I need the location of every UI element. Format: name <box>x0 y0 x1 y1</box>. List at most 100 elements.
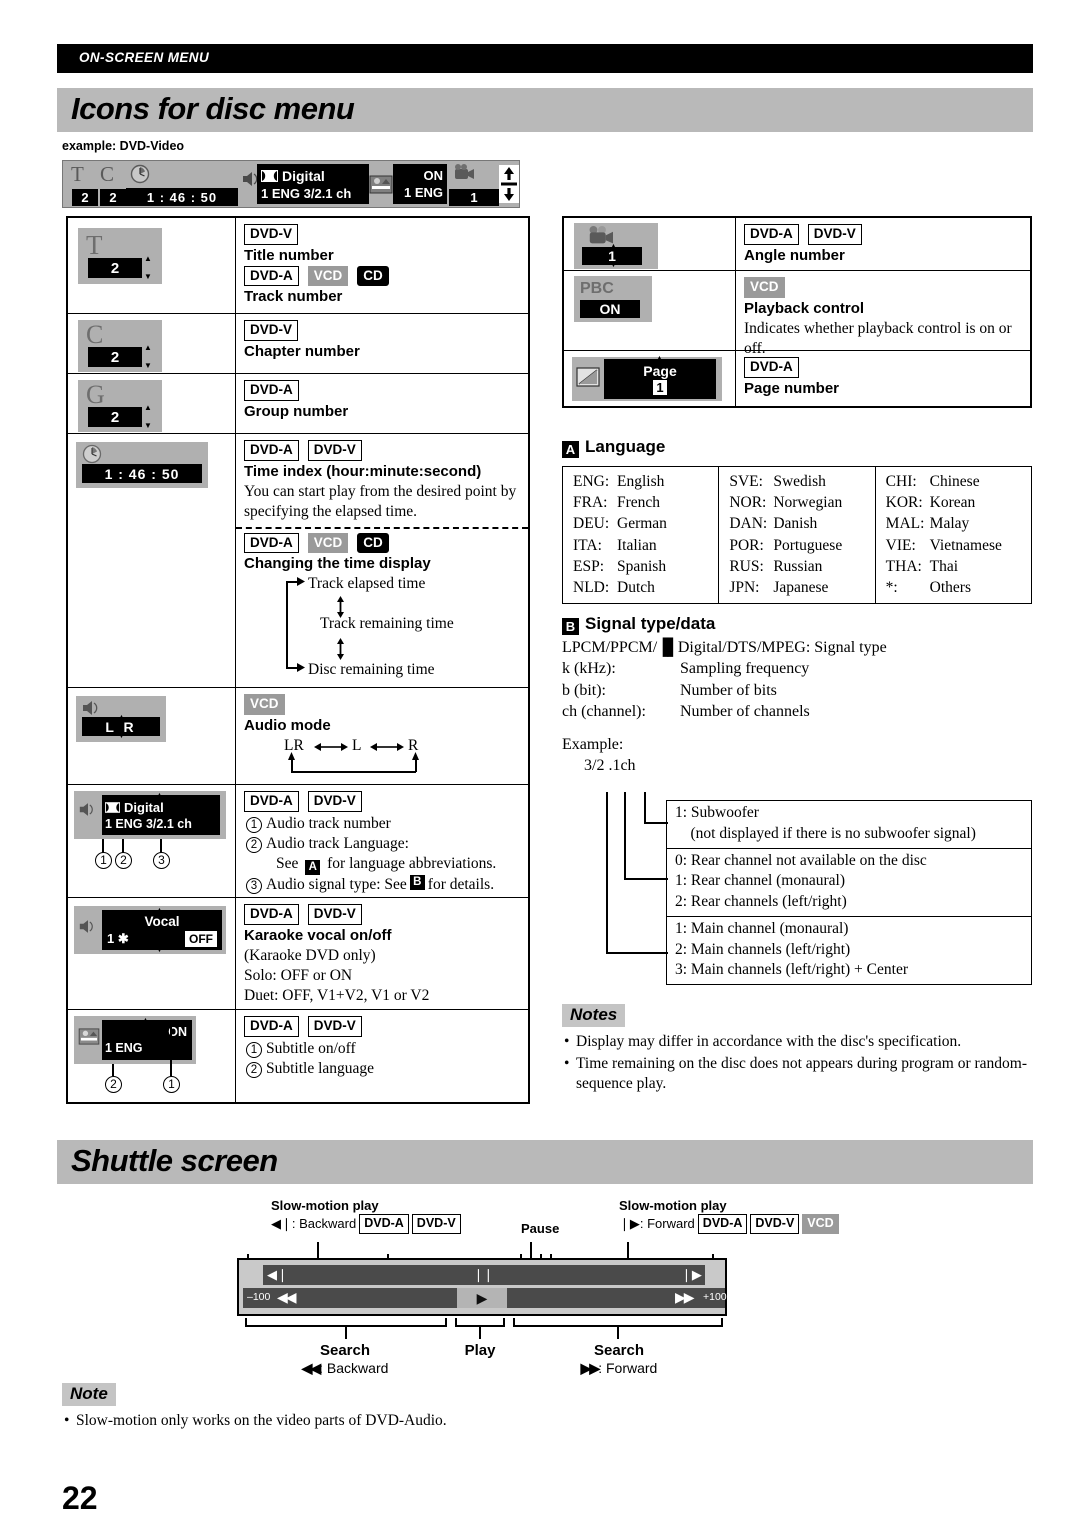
channel-group: 1: Main channel (monaural) 2: Main chann… <box>667 917 1031 984</box>
table-row: 1 : 46 : 50 DVD-A DVD-V Time index (hour… <box>68 434 528 688</box>
lang-name: Italian <box>617 536 657 554</box>
down-arrow-icon: ▼ <box>118 732 125 740</box>
shuttle-search-back-row[interactable]: –100 ◀◀ <box>243 1288 457 1308</box>
lang-abbr: THA: <box>885 557 922 575</box>
shuttle-search-fwd-row[interactable]: ▶▶ +100 <box>507 1288 727 1308</box>
right-scale-label: +100 <box>703 1291 727 1303</box>
page-icon <box>576 367 600 387</box>
badge-row: DVD-A DVD-V <box>744 224 1024 245</box>
shuttle-bar[interactable]: ◀❘ ❘❘ ❘▶ –100 ◀◀ ▶ ▶▶ +100 <box>237 1258 727 1316</box>
row-desc-cell: DVD-A DVD-V Karaoke vocal on/off (Karaok… <box>236 898 528 1009</box>
callout-2: 2 <box>246 1061 262 1078</box>
osd-subtitle-cell: ON 1 ENG <box>393 162 447 206</box>
lang-name: French <box>617 494 661 512</box>
signal-section: B Signal type/data LPCM/PPCM/▐▌Digital/DT… <box>562 614 1032 777</box>
time-thumb-value: 1 : 46 : 50 <box>82 464 202 483</box>
lang-name: Russian <box>773 557 823 575</box>
language-row: JPN: Japanese <box>729 577 874 598</box>
badge-dvd-v: DVD-V <box>244 320 299 341</box>
row-thumb-cell: ON 1 ENG ▲ 2 1 <box>68 1010 236 1102</box>
channel-line: 2: Rear channels (left/right) <box>675 893 847 911</box>
signal-desc: Number of bits <box>680 681 777 699</box>
numbered-text: Audio track Language: <box>266 834 409 852</box>
slow-forward-icon[interactable]: ❘▶ <box>681 1267 702 1283</box>
dolby-digital-glyph: ▐▌ <box>657 639 679 656</box>
signal-section-heading: B Signal type/data <box>562 614 1032 635</box>
row-heading: Audio mode <box>244 716 331 734</box>
speaker-icon <box>83 701 98 715</box>
numbered-item: 2 Subtitle language <box>244 1059 522 1079</box>
group-thumb-value: 2 <box>88 407 142 427</box>
arrow-up-icon <box>288 752 295 760</box>
play-icon[interactable]: ▶ <box>477 1290 488 1307</box>
language-column: ENG: English FRA: French DEU: German ITA: It… <box>563 467 720 604</box>
row-heading: Time index (hour:minute:second) <box>244 462 482 480</box>
lang-name: Chinese <box>929 473 980 490</box>
channel-line: (not displayed if there is no subwoofer … <box>675 824 976 842</box>
language-row: RUS: Russian <box>729 556 874 577</box>
badge-row: DVD-A <box>744 357 1024 378</box>
table-row: ON 1 ENG ▲ 2 1 DVD-A DVD-V 1 Subtitle on… <box>68 1010 528 1102</box>
badge-row: VCD <box>744 277 1024 298</box>
chapter-number-thumb: C 2 ▲ ▼ <box>78 320 162 372</box>
channel-line: 1: Main channel (monaural) <box>675 919 849 937</box>
search-backward-arrow: ◀◀ <box>301 1360 321 1376</box>
language-table: ENG: English FRA: French DEU: German ITA: It… <box>562 466 1032 605</box>
signal-desc: Sampling frequency <box>680 660 810 678</box>
time-display-cycle: Track elapsed time Track remaining time … <box>286 574 546 678</box>
badge-cd: CD <box>357 532 389 554</box>
language-title: Language <box>585 437 666 456</box>
row-thumb-cell: 1 : 46 : 50 <box>68 434 236 687</box>
badge-dvd-v: DVD-V <box>307 1016 362 1037</box>
row-heading: Changing the time display <box>244 555 431 573</box>
search-forward-label: Search ▶▶: Forward <box>569 1342 669 1377</box>
audio-track-callouts: 1 2 3 <box>74 839 226 879</box>
numbered-item: 3 Audio signal type: See B for details. <box>244 874 522 895</box>
lang-name: Swedish <box>773 473 826 490</box>
running-head-bar: ON-SCREEN MENU <box>57 44 1033 73</box>
slow-backward-icon[interactable]: ◀❘ <box>267 1267 288 1283</box>
badge-dvd-v: DVD-V <box>244 224 299 245</box>
signal-label: ch (channel): <box>562 702 646 720</box>
lang-abbr: ITA: <box>573 536 602 554</box>
down-arrow-icon: ▼ <box>144 421 152 430</box>
down-arrow-icon: ▼ <box>144 361 152 370</box>
language-row: THA: Thai <box>886 556 1031 577</box>
lang-abbr: DEU: <box>573 515 610 533</box>
badge-dvd-v: DVD-V <box>411 1214 461 1234</box>
osd-angle-cell: 1 <box>447 162 499 206</box>
language-row: VIE: Vietnamese <box>886 535 1031 556</box>
note-item: Display may differ in accordance with th… <box>562 1032 1032 1053</box>
language-row: MAL: Malay <box>886 513 1031 534</box>
subtitle-thumb: ON 1 ENG ▲ <box>74 1016 196 1064</box>
language-row: NOR: Norwegian <box>729 492 874 513</box>
table-row: Vocal 1 ✱ OFF ▲ ▼ DVD-A DVD-V Karaoke vo… <box>68 898 528 1010</box>
shuttle-play-cell[interactable]: ▶ <box>457 1288 507 1308</box>
badge-dvd-a: DVD-A <box>244 440 299 461</box>
callout-1: 1 <box>95 852 112 869</box>
badge-row: DVD-A <box>244 380 522 401</box>
up-down-arrows-icon <box>499 165 519 203</box>
karaoke-thumb: Vocal 1 ✱ OFF ▲ ▼ <box>74 906 226 954</box>
camera-icon <box>455 164 474 179</box>
numbered-item: 1 Subtitle on/off <box>244 1039 522 1059</box>
badge-row: DVD-A DVD-V <box>244 904 522 925</box>
search-backward-icon[interactable]: ◀◀ <box>277 1289 296 1306</box>
lang-name: Vietnamese <box>929 536 1002 554</box>
lang-abbr: RUS: <box>729 557 764 575</box>
table-row: 1 ▲ ▼ DVD-A DVD-V Angle number <box>564 218 1030 271</box>
badge-dvd-a: DVD-A <box>244 791 299 812</box>
page-number-thumb: Page 1 ▲ <box>572 354 722 401</box>
signal-type-pre: LPCM/PPCM/ <box>562 639 658 656</box>
search-forward-icon[interactable]: ▶▶ <box>675 1289 694 1306</box>
lang-abbr: *: <box>885 579 898 597</box>
pause-icon[interactable]: ❘❘ <box>473 1267 494 1283</box>
row-desc-cell: DVD-A DVD-V 1 Audio track number 2 Audio… <box>236 785 528 897</box>
down-arrow-icon: ▼ <box>156 946 163 954</box>
chapter-thumb-value: 2 <box>88 347 142 367</box>
row-body: (Karaoke DVD only) <box>244 946 376 964</box>
dolby-digital-icon <box>105 801 120 813</box>
shuttle-slow-row[interactable]: ◀❘ ❘❘ ❘▶ <box>263 1265 705 1285</box>
pbc-glyph: PBC <box>580 280 614 297</box>
channel-line: 2: Main channels (left/right) <box>675 940 851 958</box>
